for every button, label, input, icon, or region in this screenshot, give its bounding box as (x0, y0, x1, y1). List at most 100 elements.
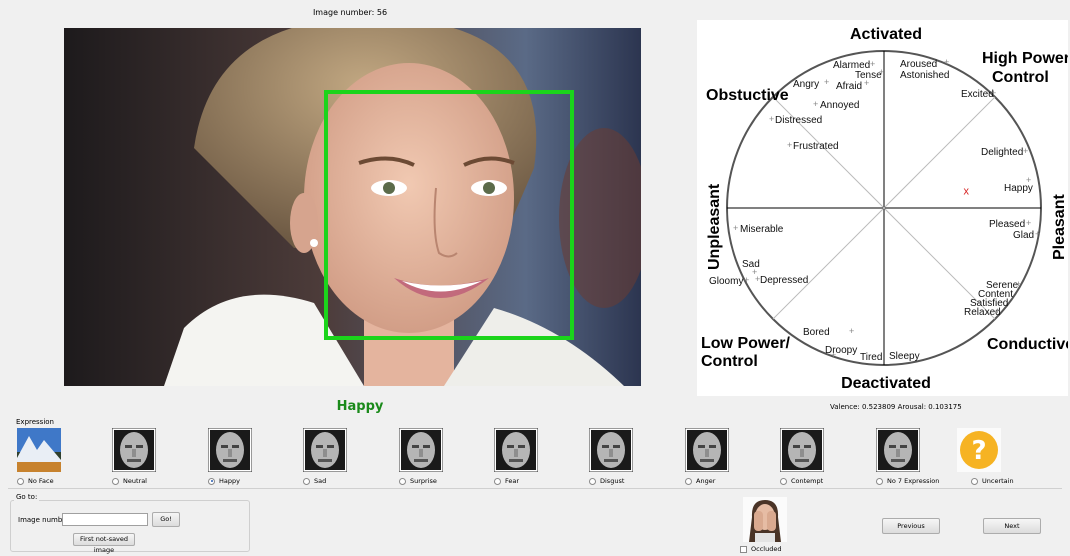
expression-radio-uncertain[interactable]: Uncertain (971, 477, 1014, 485)
image-number-label: Image number: 56 (312, 8, 388, 17)
expression-radio-no-7-expression[interactable]: No 7 Expression (876, 477, 939, 485)
image-number-input[interactable] (62, 513, 148, 526)
expression-option-label: Happy (219, 477, 240, 485)
emotion-gloomy: Gloomy (709, 276, 743, 287)
valence-arousal-marker: x (963, 186, 969, 198)
emotion-astonished: Astonished (900, 70, 949, 81)
expression-option-label: Disgust (600, 477, 625, 485)
occluded-label: Occluded (751, 545, 782, 553)
expression-radio-fear[interactable]: Fear (494, 477, 519, 485)
label-low-power-2: Control (701, 353, 758, 370)
expression-option-label: Surprise (410, 477, 437, 485)
circumplex-chart: Activated Deactivated Obstuctive Conduct… (697, 20, 1068, 396)
expression-face-icon (493, 427, 539, 473)
expression-radio-surprise[interactable]: Surprise (399, 477, 437, 485)
radio-button[interactable] (399, 477, 406, 485)
expression-radio-sad[interactable]: Sad (303, 477, 326, 485)
emotion-droopy: Droopy (825, 345, 857, 356)
svg-text:+: + (1026, 175, 1031, 185)
go-button[interactable]: Go! (152, 512, 180, 527)
svg-text:+: + (879, 67, 884, 77)
expression-radio-contempt[interactable]: Contempt (780, 477, 823, 485)
previous-button[interactable]: Previous (882, 518, 940, 534)
svg-text:+: + (787, 140, 792, 150)
expression-radio-happy[interactable]: Happy (208, 477, 240, 485)
radio-button[interactable] (208, 477, 215, 485)
expression-radio-no-face[interactable]: No Face (17, 477, 54, 485)
svg-text:+: + (870, 59, 875, 69)
svg-text:+: + (1026, 218, 1031, 228)
radio-button[interactable] (780, 477, 787, 485)
emotion-tired: Tired (860, 352, 882, 363)
emotion-frustrated: Frustrated (793, 141, 839, 152)
svg-text:+: + (744, 275, 749, 285)
expression-face-icon (207, 427, 253, 473)
landscape-icon (17, 428, 61, 472)
occluded-face-icon (743, 497, 787, 542)
emotion-pleased: Pleased (989, 219, 1025, 230)
emotion-angry: Angry (793, 79, 819, 90)
svg-text:+: + (813, 99, 818, 109)
emotion-glad: Glad (1013, 230, 1034, 241)
occluded-checkbox[interactable] (740, 545, 747, 553)
expression-face-icon (302, 427, 348, 473)
separator (8, 488, 1062, 489)
emotion-aroused: Aroused (900, 59, 937, 70)
radio-button[interactable] (303, 477, 310, 485)
predicted-expression-label: Happy (336, 399, 384, 414)
emotion-bored: Bored (803, 327, 830, 338)
radio-button[interactable] (685, 477, 692, 485)
expression-option-label: Fear (505, 477, 520, 485)
label-unpleasant: Unpleasant (706, 183, 723, 270)
expression-face-icon (588, 427, 634, 473)
svg-text:+: + (755, 274, 760, 284)
emotion-delighted: Delighted (981, 147, 1023, 158)
occluded-toggle[interactable]: Occluded (740, 545, 781, 553)
expression-radio-neutral[interactable]: Neutral (112, 477, 147, 485)
label-low-power-1: Low Power/ (701, 335, 790, 352)
emotion-miserable: Miserable (740, 224, 784, 235)
svg-text:+: + (769, 114, 774, 124)
first-not-saved-button[interactable]: First not-saved image (73, 533, 135, 554)
expression-face-icon (875, 427, 921, 473)
radio-button[interactable] (17, 477, 24, 485)
emotion-annoyed: Annoyed (820, 100, 859, 111)
emotion-distressed: Distressed (775, 115, 822, 126)
label-activated: Activated (850, 26, 922, 43)
label-high-power-1: High Power/ (982, 50, 1068, 67)
svg-text:+: + (1016, 279, 1021, 289)
expression-face-icon (111, 427, 157, 473)
svg-text:+: + (831, 350, 836, 360)
expression-radio-anger[interactable]: Anger (685, 477, 715, 485)
radio-button[interactable] (112, 477, 119, 485)
expression-option-label: Neutral (123, 477, 147, 485)
svg-text:+: + (944, 57, 949, 67)
valence-arousal-readout: Valence: 0.523809 Arousal: 0.103175 (830, 403, 962, 411)
expression-option-label: Contempt (791, 477, 824, 485)
radio-button[interactable] (494, 477, 501, 485)
emotion-afraid: Afraid (836, 81, 862, 92)
label-conductive: Conductive (987, 336, 1068, 353)
goto-title: Go to: (14, 493, 40, 501)
expression-radio-disgust[interactable]: Disgust (589, 477, 624, 485)
radio-button[interactable] (876, 477, 883, 485)
expression-group-title: Expression (16, 418, 54, 426)
expression-option-label: Anger (696, 477, 716, 485)
label-deactivated: Deactivated (841, 375, 931, 392)
emotion-excited: Excited (961, 89, 994, 100)
expression-option-label: No 7 Expression (887, 477, 940, 485)
face-detection-box (324, 90, 574, 340)
svg-text:+: + (995, 306, 1000, 316)
expression-face-icon (684, 427, 730, 473)
next-button[interactable]: Next (983, 518, 1041, 534)
expression-option-label: No Face (28, 477, 54, 485)
radio-button[interactable] (589, 477, 596, 485)
expression-option-label: Sad (314, 477, 327, 485)
svg-text:+: + (1023, 146, 1028, 156)
label-high-power-2: Control (992, 69, 1049, 86)
emotion-depressed: Depressed (760, 275, 808, 286)
svg-text:+: + (849, 326, 854, 336)
question-icon: ? (957, 428, 1001, 472)
radio-button[interactable] (971, 477, 978, 485)
expression-face-icon (779, 427, 825, 473)
